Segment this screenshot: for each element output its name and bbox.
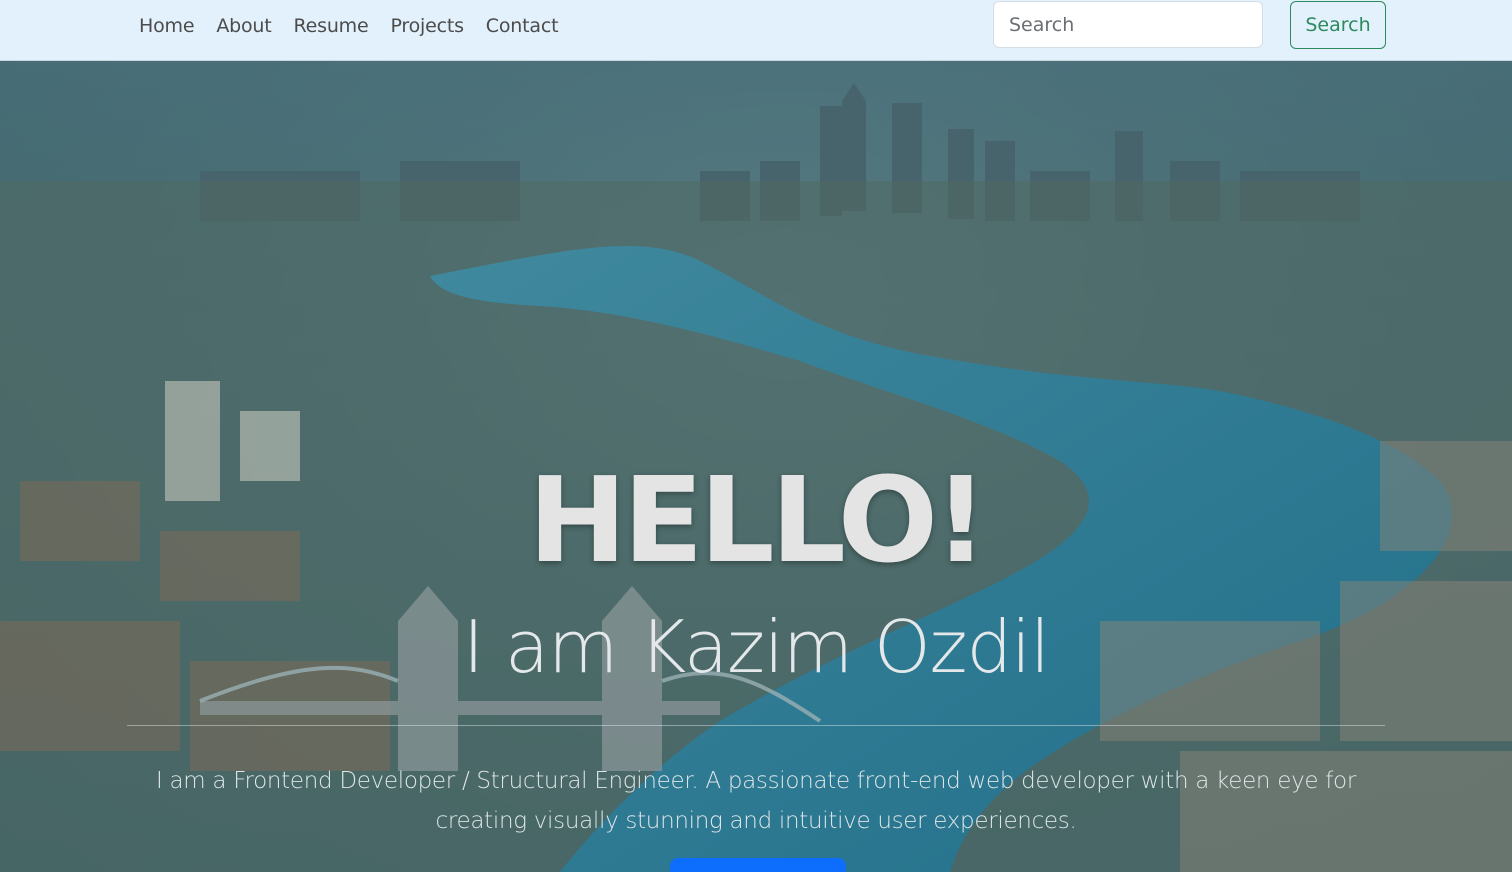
hero-description-line-1: I am a Frontend Developer / Structural E…: [156, 768, 1356, 794]
top-navbar: Home About Resume Projects Contact Searc…: [0, 0, 1512, 61]
hero-subtitle: I am Kazim Ozdil: [462, 605, 1050, 689]
nav-links: Home About Resume Projects Contact: [139, 0, 559, 52]
hero-description: I am a Frontend Developer / Structural E…: [150, 761, 1362, 841]
nav-link-projects[interactable]: Projects: [390, 15, 464, 37]
nav-link-resume[interactable]: Resume: [294, 15, 369, 37]
search-input[interactable]: [993, 1, 1263, 48]
nav-link-about[interactable]: About: [216, 15, 271, 37]
hero-divider: [127, 725, 1385, 726]
hero-content: HELLO! I am Kazim Ozdil I am a Frontend …: [0, 61, 1512, 872]
nav-link-home[interactable]: Home: [139, 15, 195, 37]
hero-title: HELLO!: [528, 451, 988, 589]
search-button[interactable]: Search: [1290, 1, 1386, 49]
hero-cta-button[interactable]: [670, 858, 846, 872]
nav-link-contact[interactable]: Contact: [486, 15, 559, 37]
hero-section: HELLO! I am Kazim Ozdil I am a Frontend …: [0, 61, 1512, 872]
hero-description-line-2: creating visually stunning and intuitive…: [435, 808, 1077, 834]
